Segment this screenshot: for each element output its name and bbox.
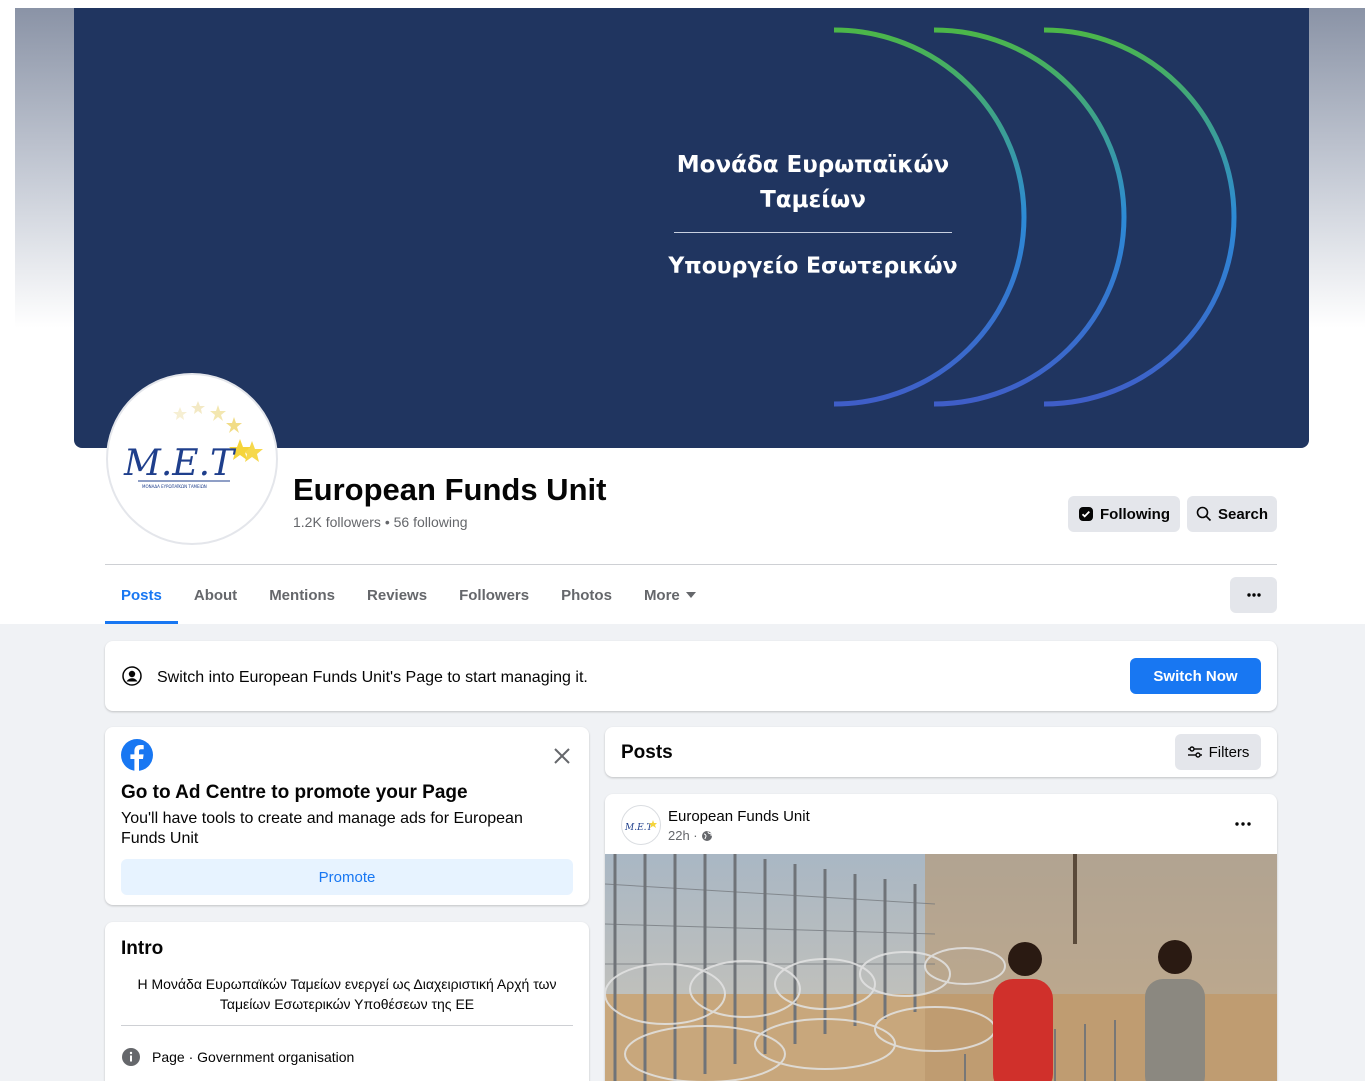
- post-author-avatar[interactable]: M.E.T: [621, 805, 661, 845]
- posts-header: Posts Filters: [605, 727, 1277, 777]
- cover-arcs-graphic: [676, 27, 1237, 407]
- posts-title: Posts: [621, 742, 673, 763]
- following-check-icon: [1078, 506, 1094, 522]
- logo-text: M.E.T: [123, 443, 237, 484]
- switch-banner-text: Switch into European Funds Unit's Page t…: [157, 669, 588, 686]
- tab-label: About: [193, 586, 238, 604]
- cover-title: Μονάδα Ευρωπαϊκών Ταμείων: [676, 152, 950, 213]
- post-options-icon[interactable]: [1235, 822, 1251, 826]
- logo-caption: ΜΟΝΑΔΑ ΕΥΡΩΠΑΪΚΩΝ ΤΑΜΕΙΩΝ: [142, 484, 207, 489]
- following-button[interactable]: Following: [1068, 496, 1180, 532]
- profile-avatar[interactable]: M.E.T ΜΟΝΑΔΑ ΕΥΡΩΠΑΪΚΩΝ ΤΑΜΕΙΩΝ: [106, 373, 278, 545]
- page-tabs: Posts About Mentions Reviews Followers P…: [105, 566, 712, 624]
- tab-more[interactable]: More: [628, 566, 712, 624]
- ellipsis-icon: [1246, 593, 1261, 597]
- caret-down-icon: [685, 592, 696, 598]
- filters-button[interactable]: Filters: [1175, 734, 1261, 770]
- close-icon[interactable]: [553, 747, 571, 765]
- promote-title: Go to Ad Centre to promote your Page: [121, 782, 468, 803]
- cover-divider: [674, 232, 952, 233]
- cover-fade-right: [1309, 8, 1365, 328]
- tab-about[interactable]: About: [178, 566, 253, 624]
- search-button[interactable]: Search: [1187, 496, 1277, 532]
- tab-label: Posts: [121, 586, 162, 604]
- tab-mentions[interactable]: Mentions: [253, 566, 351, 624]
- intro-category: Page · Government organisation: [152, 1049, 355, 1065]
- page-title: European Funds Unit: [293, 472, 607, 507]
- met-logo: M.E.T ΜΟΝΑΔΑ ΕΥΡΩΠΑΪΚΩΝ ΤΑΜΕΙΩΝ: [123, 401, 263, 489]
- post-timestamp[interactable]: 22h ·: [668, 828, 713, 843]
- tab-followers[interactable]: Followers: [443, 566, 545, 624]
- switch-page-banner: Switch into European Funds Unit's Page t…: [105, 641, 1277, 711]
- info-icon: [121, 1047, 141, 1067]
- tab-photos[interactable]: Photos: [545, 566, 628, 624]
- search-label: Search: [1217, 505, 1269, 523]
- intro-bio: Η Μονάδα Ευρωπαϊκών Ταμείων ενεργεί ως Δ…: [137, 976, 557, 1012]
- following-label: Following: [1100, 505, 1170, 523]
- cover-subtitle: Υπουργείο Εσωτερικών: [668, 254, 958, 279]
- tab-label: More: [643, 586, 680, 604]
- intro-title: Intro: [121, 938, 164, 959]
- page-stats[interactable]: 1.2K followers • 56 following: [293, 514, 468, 530]
- promote-card: Go to Ad Centre to promote your Page You…: [105, 727, 589, 905]
- post-image[interactable]: [605, 854, 1277, 1081]
- tab-label: Photos: [561, 586, 612, 604]
- tab-posts[interactable]: Posts: [105, 566, 178, 624]
- globe-icon: [701, 830, 713, 842]
- tab-reviews[interactable]: Reviews: [351, 566, 443, 624]
- intro-card: Intro Η Μονάδα Ευρωπαϊκών Ταμείων ενεργε…: [105, 922, 589, 1081]
- promote-description: You'll have tools to create and manage a…: [121, 810, 523, 847]
- facebook-icon: [121, 739, 153, 771]
- post-time-text: 22h ·: [668, 828, 698, 843]
- filters-label: Filters: [1208, 743, 1250, 761]
- tabs-divider: [105, 564, 1277, 565]
- post-author-name[interactable]: European Funds Unit: [668, 808, 810, 825]
- post-card: M.E.T European Funds Unit 22h ·: [605, 794, 1277, 1081]
- tab-label: Mentions: [269, 586, 336, 604]
- cover-photo[interactable]: Μονάδα Ευρωπαϊκών Ταμείων Υπουργείο Εσωτ…: [74, 8, 1309, 448]
- tab-label: Reviews: [367, 586, 428, 604]
- switch-now-button[interactable]: Switch Now: [1130, 658, 1261, 694]
- intro-divider: [121, 1025, 573, 1026]
- svg-text:M.E.T: M.E.T: [624, 823, 654, 833]
- tab-label: Followers: [459, 586, 530, 604]
- profile-switch-icon: [122, 666, 142, 686]
- promote-button[interactable]: Promote: [121, 859, 573, 895]
- search-icon: [1196, 506, 1212, 522]
- cover-fade-left: [15, 8, 75, 328]
- filters-icon: [1187, 745, 1203, 759]
- more-options-button[interactable]: [1230, 577, 1277, 613]
